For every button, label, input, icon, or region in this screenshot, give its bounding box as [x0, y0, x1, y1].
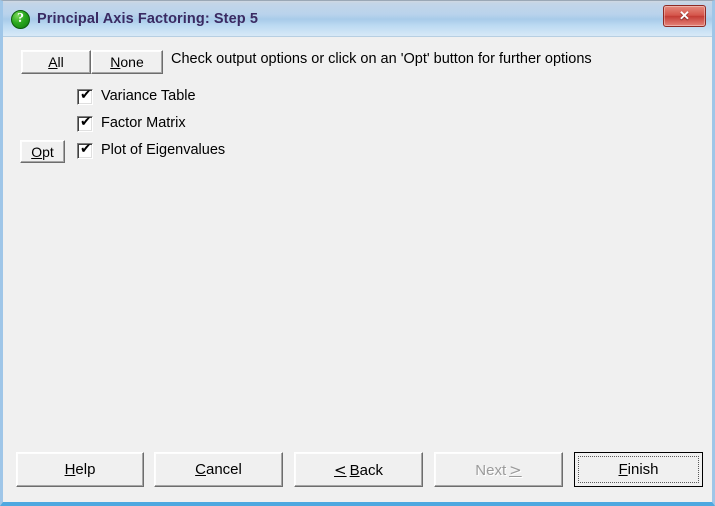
cancel-button[interactable]: Cancel: [154, 452, 283, 487]
select-all-button[interactable]: All: [21, 50, 91, 74]
help-question-icon: ?: [11, 9, 30, 29]
back-arrow-icon: <: [334, 460, 347, 479]
cancel-button-accel: C: [195, 461, 206, 478]
next-button-label: Next: [475, 461, 507, 479]
help-button[interactable]: Help: [16, 452, 144, 487]
help-button-accel: H: [64, 461, 76, 478]
none-button-accel: N: [110, 54, 121, 70]
close-button[interactable]: ✕: [663, 5, 706, 27]
opt-button-accel: O: [31, 143, 43, 160]
select-none-button[interactable]: None: [91, 50, 163, 74]
option-label-plot-of-eigenvalues: Plot of Eigenvalues: [101, 142, 226, 158]
opt-button-label-rest: pt: [42, 143, 54, 160]
checkbox-plot-of-eigenvalues[interactable]: ✔: [77, 141, 93, 159]
checkmark-icon: ✔: [80, 87, 92, 103]
option-row-variance-table: ✔ Variance Table: [3, 85, 712, 112]
title-bar: ? Principal Axis Factoring: Step 5 ✕: [3, 1, 712, 37]
finish-button[interactable]: Finish: [574, 452, 703, 487]
cancel-button-label-rest: ancel: [205, 461, 242, 478]
option-label-factor-matrix: Factor Matrix: [101, 115, 186, 131]
back-button-accel: B: [349, 461, 360, 479]
dialog-client-area: All None Check output options or click o…: [3, 37, 712, 502]
finish-button-label-rest: inish: [627, 461, 659, 478]
finish-button-accel: F: [618, 461, 628, 478]
next-button[interactable]: Next >: [434, 452, 563, 487]
checkmark-icon: ✔: [80, 114, 92, 130]
window-title: Principal Axis Factoring: Step 5: [37, 11, 259, 27]
checkbox-variance-table[interactable]: ✔: [77, 87, 93, 105]
none-button-label-rest: one: [120, 54, 144, 70]
checkbox-factor-matrix[interactable]: ✔: [77, 114, 93, 132]
back-button-label-rest: ack: [359, 461, 383, 479]
all-button-label-rest: ll: [57, 54, 64, 70]
dialog-window: ? Principal Axis Factoring: Step 5 ✕ All…: [0, 0, 715, 506]
option-label-variance-table: Variance Table: [101, 88, 196, 104]
output-options-toolbar: All None Check output options or click o…: [3, 37, 712, 77]
help-button-label-rest: elp: [75, 461, 96, 478]
back-button[interactable]: < Back: [294, 452, 423, 487]
instruction-text: Check output options or click on an 'Opt…: [171, 51, 592, 67]
all-button-accel: A: [48, 54, 58, 70]
opt-button-plot-of-eigenvalues[interactable]: Opt: [20, 140, 65, 163]
option-row-plot-of-eigenvalues: Opt ✔ Plot of Eigenvalues: [3, 139, 712, 166]
output-options-list: ✔ Variance Table ✔ Factor Matrix Opt ✔ P…: [3, 85, 712, 166]
checkmark-icon: ✔: [80, 141, 92, 157]
next-arrow-icon: >: [509, 460, 522, 479]
close-icon: ✕: [679, 8, 690, 23]
option-row-factor-matrix: ✔ Factor Matrix: [3, 112, 712, 139]
dialog-footer: Help Cancel < Back Next > Finish: [3, 452, 712, 492]
